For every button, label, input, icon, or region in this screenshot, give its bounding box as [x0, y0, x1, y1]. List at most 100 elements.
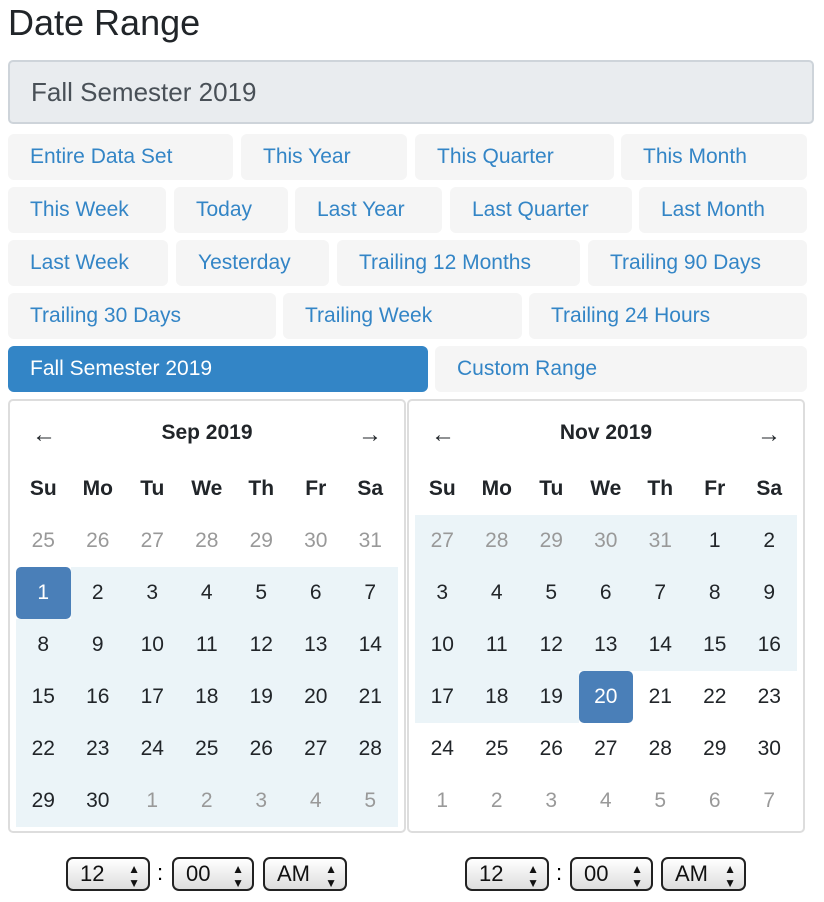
day-cell[interactable]: 8: [16, 619, 71, 671]
day-cell[interactable]: 26: [234, 723, 289, 775]
range-button-last-year[interactable]: Last Year: [295, 187, 442, 233]
day-cell[interactable]: 15: [687, 619, 742, 671]
day-cell[interactable]: 2: [70, 567, 125, 619]
day-cell[interactable]: 14: [633, 619, 688, 671]
day-cell[interactable]: 8: [687, 567, 742, 619]
day-cell[interactable]: 28: [633, 723, 688, 775]
range-button-trailing-90-days[interactable]: Trailing 90 Days: [588, 240, 807, 286]
prev-month-icon[interactable]: ←: [431, 421, 455, 449]
day-cell[interactable]: 7: [742, 775, 797, 827]
start-ampm-select[interactable]: AM ▲ ▼: [263, 857, 347, 891]
day-cell[interactable]: 29: [688, 723, 743, 775]
day-cell[interactable]: 6: [288, 567, 343, 619]
day-cell[interactable]: 30: [289, 515, 344, 567]
day-cell[interactable]: 21: [343, 671, 398, 723]
day-cell[interactable]: 31: [343, 515, 398, 567]
day-cell[interactable]: 23: [70, 723, 125, 775]
day-cell[interactable]: 3: [125, 567, 180, 619]
day-cell[interactable]: 24: [125, 723, 180, 775]
day-cell[interactable]: 27: [288, 723, 343, 775]
day-cell[interactable]: 4: [469, 567, 524, 619]
range-button-last-quarter[interactable]: Last Quarter: [450, 187, 632, 233]
day-cell[interactable]: 9: [742, 567, 797, 619]
day-cell[interactable]: 3: [415, 567, 470, 619]
day-cell[interactable]: 27: [125, 515, 180, 567]
day-cell[interactable]: 24: [415, 723, 470, 775]
day-cell[interactable]: 22: [16, 723, 71, 775]
day-cell[interactable]: 22: [688, 671, 743, 723]
day-cell[interactable]: 25: [179, 723, 234, 775]
day-cell[interactable]: 7: [343, 567, 398, 619]
day-cell[interactable]: 10: [125, 619, 180, 671]
day-cell[interactable]: 1: [125, 775, 180, 827]
range-button-trailing-30-days[interactable]: Trailing 30 Days: [8, 293, 276, 339]
day-cell[interactable]: 28: [469, 515, 524, 567]
day-cell[interactable]: 4: [288, 775, 343, 827]
range-button-this-year[interactable]: This Year: [241, 134, 407, 180]
day-cell[interactable]: 5: [234, 567, 289, 619]
day-cell[interactable]: 26: [71, 515, 126, 567]
day-cell[interactable]: 31: [633, 515, 688, 567]
range-button-trailing-week[interactable]: Trailing Week: [283, 293, 522, 339]
day-cell[interactable]: 30: [578, 515, 633, 567]
day-cell[interactable]: 1: [415, 775, 470, 827]
day-cell[interactable]: 2: [742, 515, 797, 567]
day-cell[interactable]: 26: [524, 723, 579, 775]
day-cell[interactable]: 23: [742, 671, 797, 723]
day-cell[interactable]: 10: [415, 619, 470, 671]
date-range-display[interactable]: Fall Semester 2019: [8, 60, 814, 124]
range-button-last-week[interactable]: Last Week: [8, 240, 168, 286]
day-cell[interactable]: 7: [633, 567, 688, 619]
range-button-this-week[interactable]: This Week: [8, 187, 166, 233]
day-cell[interactable]: 18: [469, 671, 524, 723]
day-cell[interactable]: 9: [70, 619, 125, 671]
day-cell[interactable]: 30: [742, 723, 797, 775]
day-cell[interactable]: 11: [179, 619, 234, 671]
day-cell[interactable]: 3: [234, 775, 289, 827]
next-month-icon[interactable]: →: [757, 421, 781, 449]
day-cell[interactable]: 5: [524, 567, 579, 619]
range-button-today[interactable]: Today: [174, 187, 288, 233]
range-button-trailing-24-hours[interactable]: Trailing 24 Hours: [529, 293, 807, 339]
end-minute-select[interactable]: 00 ▲ ▼: [570, 857, 653, 891]
day-cell[interactable]: 19: [234, 671, 289, 723]
day-cell[interactable]: 28: [343, 723, 398, 775]
next-month-icon[interactable]: →: [358, 421, 382, 449]
range-button-trailing-12-months[interactable]: Trailing 12 Months: [337, 240, 580, 286]
range-button-entire-data-set[interactable]: Entire Data Set: [8, 134, 233, 180]
day-cell[interactable]: 4: [179, 567, 234, 619]
day-cell[interactable]: 16: [742, 619, 797, 671]
selected-day[interactable]: 1: [16, 567, 71, 619]
day-cell[interactable]: 15: [16, 671, 71, 723]
prev-month-icon[interactable]: ←: [32, 421, 56, 449]
start-minute-select[interactable]: 00 ▲ ▼: [172, 857, 254, 891]
day-cell[interactable]: 17: [415, 671, 470, 723]
day-cell[interactable]: 11: [469, 619, 524, 671]
range-button-fall-semester-2019[interactable]: Fall Semester 2019: [8, 346, 428, 392]
range-button-this-month[interactable]: This Month: [621, 134, 807, 180]
day-cell[interactable]: 30: [70, 775, 125, 827]
day-cell[interactable]: 18: [179, 671, 234, 723]
start-hour-select[interactable]: 12 ▲ ▼: [66, 857, 150, 891]
day-cell[interactable]: 1: [687, 515, 742, 567]
day-cell[interactable]: 21: [633, 671, 688, 723]
range-button-last-month[interactable]: Last Month: [639, 187, 807, 233]
day-cell[interactable]: 6: [688, 775, 743, 827]
range-button-yesterday[interactable]: Yesterday: [176, 240, 329, 286]
day-cell[interactable]: 27: [415, 515, 470, 567]
day-cell[interactable]: 2: [179, 775, 234, 827]
day-cell[interactable]: 16: [70, 671, 125, 723]
end-ampm-select[interactable]: AM ▲ ▼: [661, 857, 746, 891]
day-cell[interactable]: 28: [180, 515, 235, 567]
day-cell[interactable]: 20: [288, 671, 343, 723]
day-cell[interactable]: 29: [234, 515, 289, 567]
day-cell[interactable]: 4: [579, 775, 634, 827]
day-cell[interactable]: 27: [579, 723, 634, 775]
day-cell[interactable]: 6: [578, 567, 633, 619]
range-button-this-quarter[interactable]: This Quarter: [415, 134, 614, 180]
day-cell[interactable]: 2: [470, 775, 525, 827]
day-cell[interactable]: 5: [343, 775, 398, 827]
day-cell[interactable]: 3: [524, 775, 579, 827]
day-cell[interactable]: 12: [234, 619, 289, 671]
day-cell[interactable]: 13: [288, 619, 343, 671]
